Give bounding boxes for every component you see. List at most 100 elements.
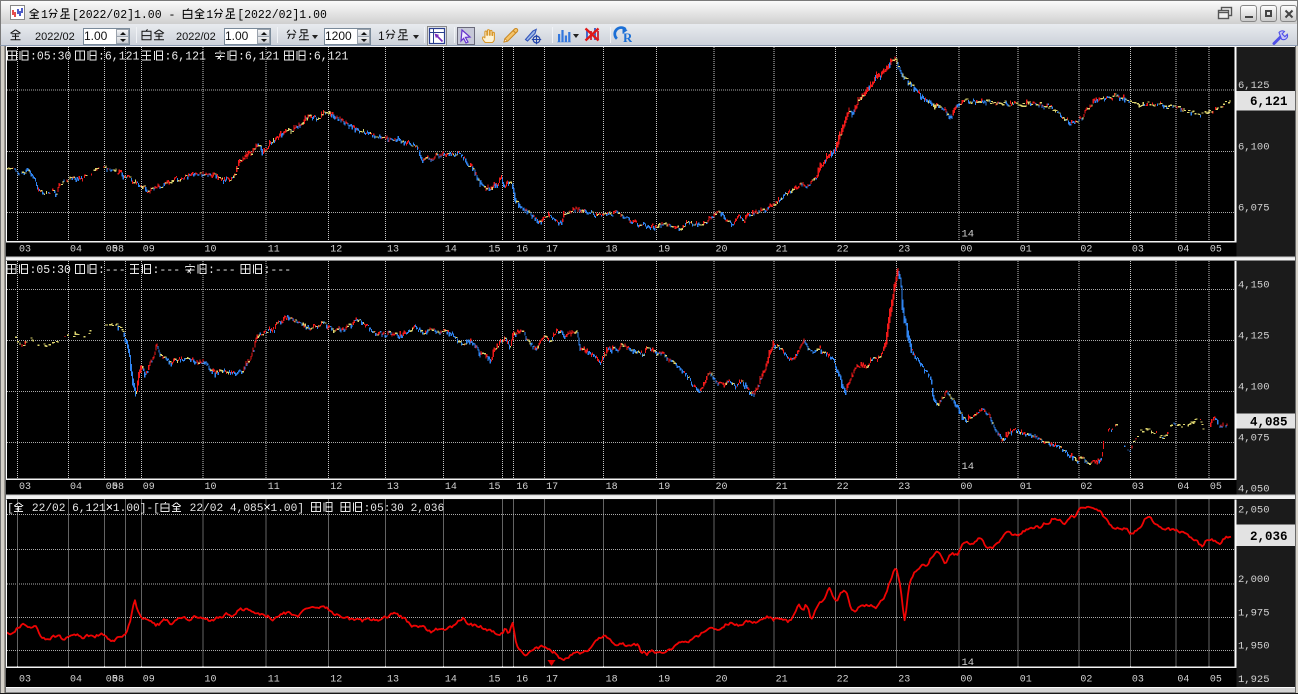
svg-text:10: 10 xyxy=(205,674,217,685)
svg-text::6,121: :6,121 xyxy=(238,50,280,63)
svg-text:22/02 6,121: 22/02 6,121 xyxy=(25,503,106,515)
svg-text::---: :--- xyxy=(98,264,126,277)
svg-text:6,075: 6,075 xyxy=(1238,203,1270,215)
svg-text:12: 12 xyxy=(330,482,342,493)
svg-text::05:30: :05:30 xyxy=(30,50,72,63)
svg-text:1: 1 xyxy=(206,9,213,22)
svg-text::---: :--- xyxy=(153,264,181,277)
svg-text:00: 00 xyxy=(960,674,972,685)
svg-text::6,121: :6,121 xyxy=(165,50,207,63)
svg-text:4,085: 4,085 xyxy=(1250,416,1288,430)
svg-text:11: 11 xyxy=(268,674,280,685)
svg-text:2,036: 2,036 xyxy=(1250,530,1288,544)
svg-text:20: 20 xyxy=(716,482,728,493)
svg-text:01: 01 xyxy=(1020,674,1032,685)
svg-text:1,925: 1,925 xyxy=(1238,674,1270,686)
svg-text:22: 22 xyxy=(837,482,849,493)
svg-text:4,125: 4,125 xyxy=(1238,331,1270,343)
svg-text:1,975: 1,975 xyxy=(1238,607,1270,619)
svg-text:08: 08 xyxy=(112,244,124,255)
svg-text:04: 04 xyxy=(1177,482,1189,493)
svg-text:20: 20 xyxy=(716,674,728,685)
svg-text:03: 03 xyxy=(1132,482,1144,493)
svg-text:16: 16 xyxy=(516,482,528,493)
svg-text:04: 04 xyxy=(70,244,82,255)
svg-text:13: 13 xyxy=(387,244,399,255)
svg-text:01: 01 xyxy=(1020,482,1032,493)
svg-text:4,075: 4,075 xyxy=(1238,433,1270,445)
svg-text:18: 18 xyxy=(606,482,618,493)
svg-text:03: 03 xyxy=(1132,244,1144,255)
svg-text:17: 17 xyxy=(546,244,558,255)
svg-text:09: 09 xyxy=(143,244,155,255)
svg-text:11: 11 xyxy=(268,244,280,255)
svg-text:05: 05 xyxy=(1210,244,1222,255)
svg-text:03: 03 xyxy=(1132,674,1144,685)
svg-text:02: 02 xyxy=(1080,674,1092,685)
svg-text:15: 15 xyxy=(489,674,501,685)
svg-text:[2022/02]1.00: [2022/02]1.00 xyxy=(237,9,327,22)
svg-text:14: 14 xyxy=(445,244,457,255)
svg-text:2,000: 2,000 xyxy=(1238,574,1270,586)
svg-text:14: 14 xyxy=(445,674,457,685)
svg-text:15: 15 xyxy=(489,244,501,255)
svg-text:23: 23 xyxy=(898,244,910,255)
svg-text:6,100: 6,100 xyxy=(1238,141,1270,153)
svg-text:05: 05 xyxy=(1210,674,1222,685)
svg-text:1,950: 1,950 xyxy=(1238,641,1270,653)
svg-text:6,125: 6,125 xyxy=(1238,80,1270,92)
svg-text:18: 18 xyxy=(606,674,618,685)
svg-text:15: 15 xyxy=(489,482,501,493)
svg-text:10: 10 xyxy=(205,244,217,255)
svg-text:19: 19 xyxy=(658,482,670,493)
svg-text:1: 1 xyxy=(41,9,48,22)
svg-text:1.00]: 1.00] xyxy=(271,503,311,515)
svg-text:19: 19 xyxy=(658,244,670,255)
svg-text:05: 05 xyxy=(1210,482,1222,493)
svg-text::---: :--- xyxy=(264,264,292,277)
svg-text:17: 17 xyxy=(546,674,558,685)
svg-text:17: 17 xyxy=(546,482,558,493)
svg-text:18: 18 xyxy=(606,244,618,255)
svg-text:23: 23 xyxy=(898,482,910,493)
svg-text:22: 22 xyxy=(837,244,849,255)
svg-text:2,050: 2,050 xyxy=(1238,504,1270,516)
svg-text:09: 09 xyxy=(143,674,155,685)
svg-text:[: [ xyxy=(7,503,14,515)
svg-text:6,121: 6,121 xyxy=(1250,95,1288,109)
svg-text:12: 12 xyxy=(330,244,342,255)
svg-text:03: 03 xyxy=(19,482,31,493)
svg-text:00: 00 xyxy=(960,482,972,493)
svg-text:03: 03 xyxy=(19,244,31,255)
svg-text:1.00]-[: 1.00]-[ xyxy=(113,503,160,515)
svg-text:16: 16 xyxy=(516,244,528,255)
svg-text::---: :--- xyxy=(208,264,236,277)
svg-text:04: 04 xyxy=(70,674,82,685)
svg-text:02: 02 xyxy=(1080,482,1092,493)
svg-text:21: 21 xyxy=(776,482,788,493)
svg-text:11: 11 xyxy=(268,482,280,493)
svg-text:19: 19 xyxy=(658,674,670,685)
svg-text:21: 21 xyxy=(776,674,788,685)
svg-text:14: 14 xyxy=(962,657,975,669)
svg-text:02: 02 xyxy=(1080,244,1092,255)
svg-text:21: 21 xyxy=(776,244,788,255)
svg-text:13: 13 xyxy=(387,482,399,493)
svg-text:08: 08 xyxy=(112,674,124,685)
svg-text:4,100: 4,100 xyxy=(1238,382,1270,394)
svg-text::6,121: :6,121 xyxy=(307,50,349,63)
svg-text:01: 01 xyxy=(1020,244,1032,255)
svg-text:23: 23 xyxy=(898,674,910,685)
svg-text:4,150: 4,150 xyxy=(1238,279,1270,291)
svg-text:22: 22 xyxy=(837,674,849,685)
svg-text:12: 12 xyxy=(330,674,342,685)
svg-text:R: R xyxy=(623,30,632,45)
svg-text:20: 20 xyxy=(716,244,728,255)
svg-text:16: 16 xyxy=(516,674,528,685)
svg-text:03: 03 xyxy=(19,674,31,685)
svg-text:00: 00 xyxy=(960,244,972,255)
svg-text::6,121: :6,121 xyxy=(98,50,140,63)
svg-text:04: 04 xyxy=(70,482,82,493)
svg-text:09: 09 xyxy=(143,482,155,493)
svg-text:4,050: 4,050 xyxy=(1238,484,1270,496)
